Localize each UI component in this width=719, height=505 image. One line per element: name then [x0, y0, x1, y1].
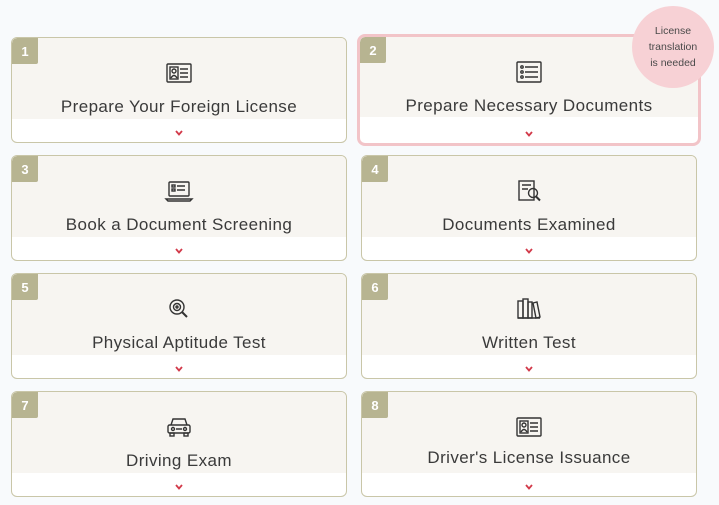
chevron-down-icon: [175, 366, 183, 372]
chevron-down-icon: [175, 130, 183, 136]
step-card-4[interactable]: 4 Documents Examined: [361, 155, 697, 261]
step-number-badge: 1: [12, 38, 38, 64]
step-card-6[interactable]: 6 Written Test: [361, 273, 697, 379]
car-icon: [164, 414, 194, 440]
step-card-8[interactable]: 8 Driver's License Issuance: [361, 391, 697, 497]
chevron-down-icon: [175, 248, 183, 254]
license-card-icon: [164, 60, 194, 86]
checklist-icon: [514, 59, 544, 85]
books-icon: [514, 296, 544, 322]
laptop-icon: [164, 178, 194, 204]
chevron-down-icon: [525, 131, 533, 137]
chevron-down-icon: [175, 484, 183, 490]
step-number-badge: 3: [12, 156, 38, 182]
step-number-badge: 2: [360, 37, 386, 63]
eye-test-icon: [164, 296, 194, 322]
step-label: Book a Document Screening: [65, 215, 293, 234]
step-card-5[interactable]: 5 Physical Aptitude Test: [11, 273, 347, 379]
chevron-down-icon: [525, 484, 533, 490]
steps-grid: 1 Prepare Your Foreign License 2 Prepare…: [0, 0, 719, 505]
step-label: Prepare Your Foreign License: [60, 97, 298, 116]
step-number-badge: 6: [362, 274, 388, 300]
step-label: Written Test: [482, 333, 576, 352]
step-label: Prepare Necessary Documents: [405, 96, 653, 115]
step-card-1[interactable]: 1 Prepare Your Foreign License: [11, 37, 347, 143]
step-label: Driving Exam: [126, 451, 232, 470]
step-label: Physical Aptitude Test: [92, 333, 266, 352]
step-number-badge: 8: [362, 392, 388, 418]
step-number-badge: 5: [12, 274, 38, 300]
step-label: Documents Examined: [442, 215, 616, 234]
step-card-7[interactable]: 7 Driving Exam: [11, 391, 347, 497]
document-magnifier-icon: [514, 178, 544, 204]
step-number-badge: 4: [362, 156, 388, 182]
chevron-down-icon: [525, 248, 533, 254]
chevron-down-icon: [525, 366, 533, 372]
license-translation-callout: License translation is needed: [632, 6, 714, 88]
license-card-icon: [514, 414, 544, 440]
step-number-badge: 7: [12, 392, 38, 418]
step-card-3[interactable]: 3 Book a Document Screening: [11, 155, 347, 261]
step-label: Driver's License Issuance: [427, 448, 631, 467]
